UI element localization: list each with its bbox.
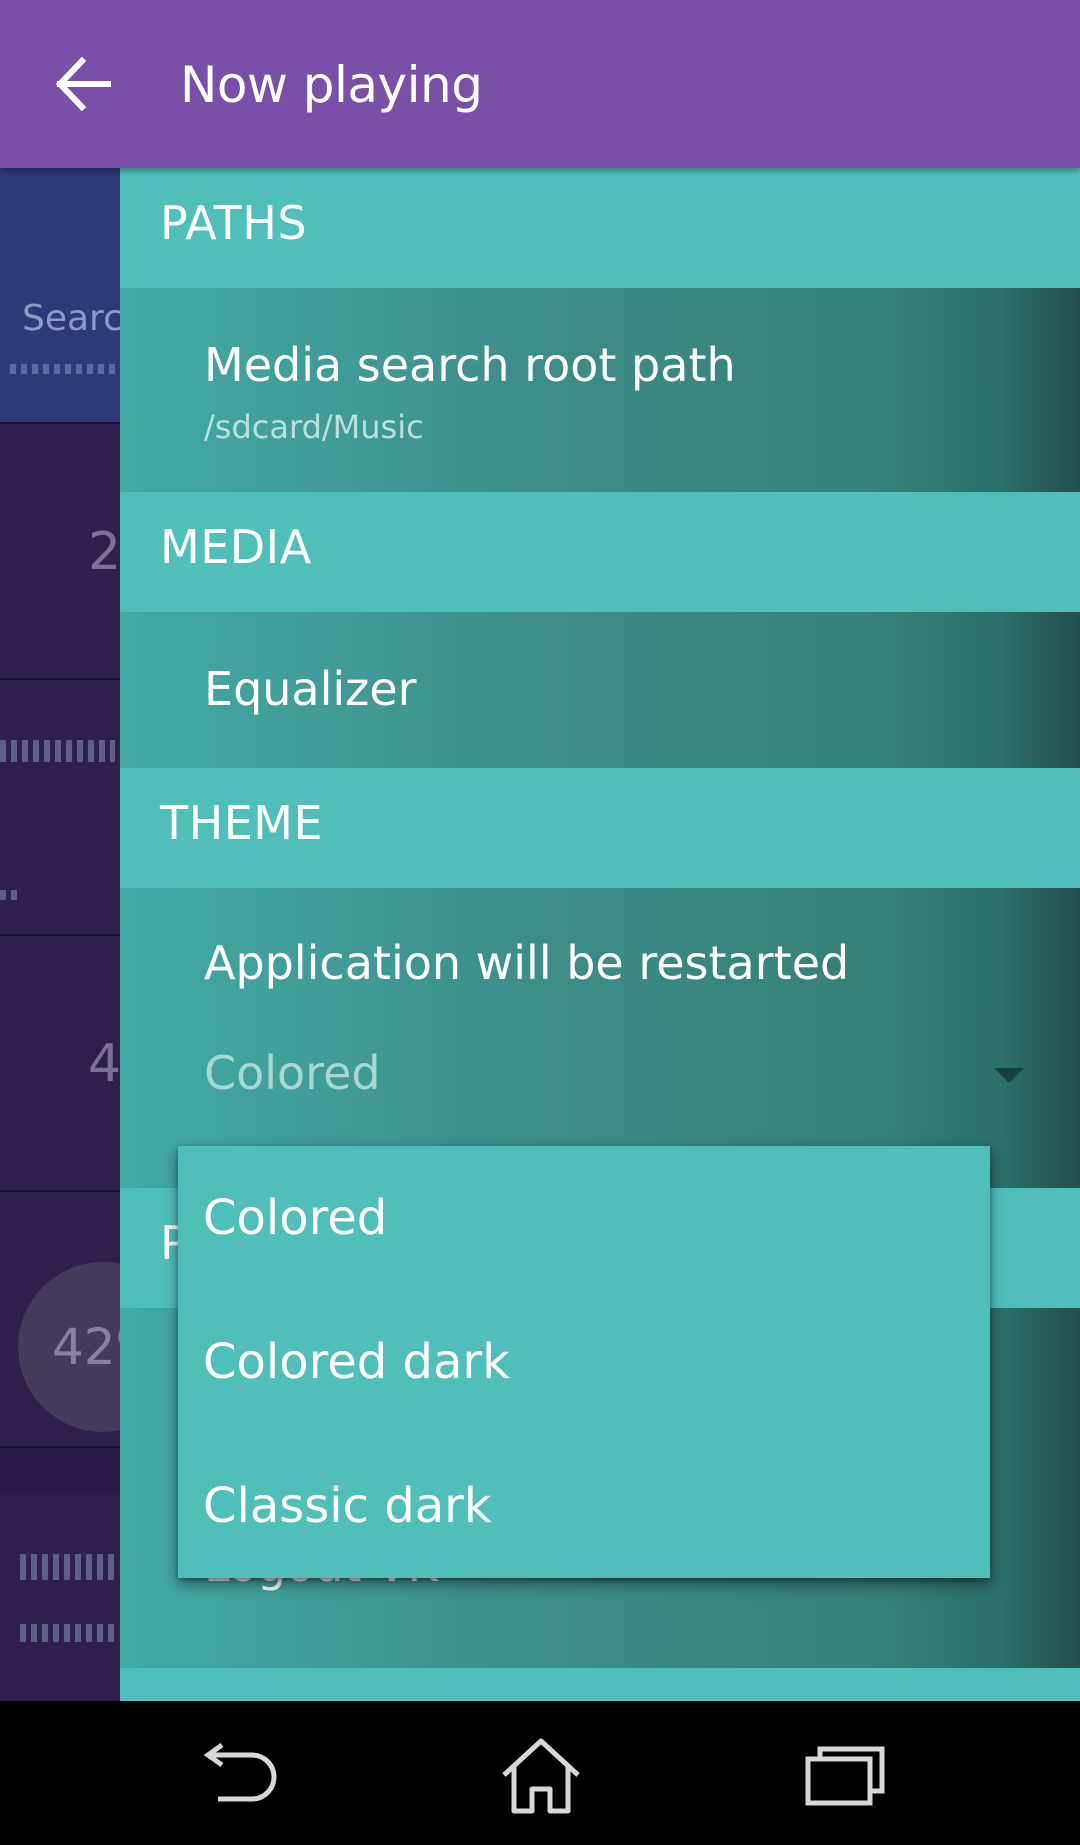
background-card	[0, 1494, 120, 1701]
section-header-theme: THEME	[120, 768, 1080, 888]
dropdown-option-label: Colored dark	[203, 1334, 510, 1390]
pref-title: Application will be restarted	[204, 936, 850, 990]
nav-home-button[interactable]	[496, 1737, 586, 1817]
dropdown-option-colored-dark[interactable]: Colored dark	[178, 1290, 990, 1434]
recents-icon	[805, 1746, 885, 1806]
theme-dropdown-menu: Colored Colored dark Classic dark	[178, 1146, 990, 1578]
background-card-number: 2	[88, 522, 120, 582]
background-scribble	[20, 1624, 115, 1642]
nav-recents-button[interactable]	[800, 1737, 890, 1817]
caret-down-icon	[994, 1068, 1024, 1083]
dropdown-option-label: Classic dark	[203, 1478, 492, 1534]
background-scribble	[20, 1554, 115, 1580]
section-header-next	[120, 1668, 1080, 1701]
system-nav-bar	[0, 1701, 1080, 1845]
home-icon	[502, 1738, 580, 1814]
background-scribble	[0, 740, 115, 762]
section-header-paths: PATHS	[120, 168, 1080, 288]
background-track-list: Search 2 4 42%	[0, 168, 120, 1701]
pref-summary: /sdcard/Music	[204, 408, 424, 446]
background-scribble	[10, 364, 115, 374]
pref-title: Equalizer	[204, 662, 417, 716]
background-card	[0, 680, 120, 936]
background-search-card: Search	[0, 168, 120, 424]
pref-media-search-root-path[interactable]: Media search root path /sdcard/Music	[120, 288, 1080, 492]
background-search-hint: Search	[22, 298, 120, 339]
dropdown-option-colored[interactable]: Colored	[178, 1146, 990, 1290]
background-card: 4	[0, 936, 120, 1192]
dropdown-option-label: Colored	[203, 1190, 388, 1246]
section-title: MEDIA	[160, 520, 312, 574]
background-card: 42%	[0, 1192, 120, 1448]
background-card-number: 4	[88, 1034, 120, 1094]
pref-theme: Application will be restarted Colored	[120, 888, 1080, 1188]
pref-equalizer[interactable]: Equalizer	[120, 612, 1080, 768]
background-card: 2	[0, 424, 120, 680]
background-card-percent: 42%	[52, 1318, 120, 1376]
pref-title: Media search root path	[204, 338, 736, 392]
back-arrow-button[interactable]	[52, 53, 114, 115]
dropdown-option-classic-dark[interactable]: Classic dark	[178, 1434, 990, 1578]
arrow-left-icon	[55, 56, 111, 112]
spinner-selected-value: Colored	[204, 1046, 381, 1100]
back-icon	[203, 1742, 277, 1802]
section-title: THEME	[160, 796, 324, 850]
page-title: Now playing	[180, 56, 483, 114]
background-scribble	[0, 890, 20, 900]
section-header-media: MEDIA	[120, 492, 1080, 612]
nav-back-button[interactable]	[196, 1737, 286, 1817]
app-bar: Now playing	[0, 0, 1080, 168]
section-title: PATHS	[160, 196, 308, 250]
